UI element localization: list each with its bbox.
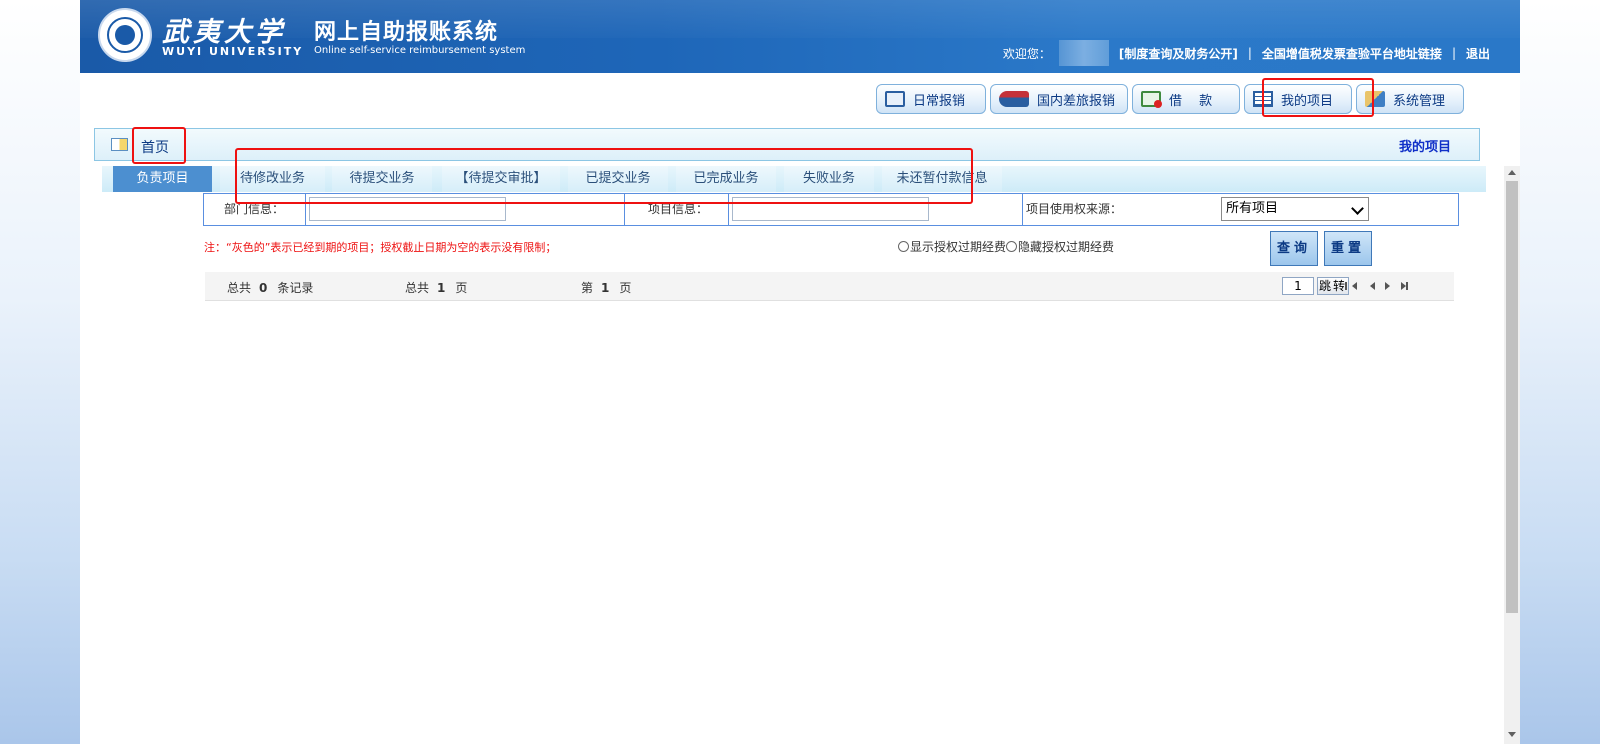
module-travel-reimbursement-button[interactable]: 国内差旅报销 [990, 84, 1128, 114]
hide-expired-label: 隐藏授权过期经费 [1018, 240, 1115, 254]
pager: 总共 0 条记录 总共 1 页 第1页 1 跳转 [205, 272, 1454, 301]
expired-funds-radio-group: 显示授权过期经费 隐藏授权过期经费 [898, 238, 1114, 255]
total-pages: 总共 1 页 [405, 281, 468, 295]
module-label: 系统管理 [1393, 93, 1446, 109]
tab-pending-approval[interactable]: 【待提交审批】 [442, 166, 560, 192]
breadcrumb: 首页 我的项目 [94, 128, 1480, 161]
hide-expired-radio[interactable] [1006, 241, 1018, 252]
notebook-icon [885, 91, 905, 107]
logout-link[interactable]: 退出 [1466, 45, 1490, 62]
expiry-note: 注：“灰色的”表示已经到期的项目；授权截止日期为空的表示没有限制； [204, 241, 557, 254]
scroll-up-icon[interactable] [1508, 170, 1516, 175]
vertical-scrollbar[interactable] [1504, 166, 1520, 744]
tab-completed[interactable]: 已完成业务 [676, 166, 776, 192]
current-page: 第1页 [581, 281, 632, 295]
tab-submitted[interactable]: 已提交业务 [568, 166, 668, 192]
scroll-down-icon[interactable] [1508, 732, 1516, 737]
next-page-icon[interactable] [1385, 282, 1390, 290]
logo-english: WUYI UNIVERSITY [162, 45, 304, 58]
tab-responsible-projects[interactable]: 负责项目 [113, 166, 212, 192]
home-icon [111, 138, 128, 151]
module-label: 借 款 [1169, 93, 1213, 109]
chevron-down-icon [1351, 202, 1364, 215]
train-icon [999, 91, 1029, 107]
last-page-icon[interactable] [1401, 282, 1408, 290]
project-label: 项目信息： [648, 202, 709, 216]
source-select[interactable]: 所有项目 [1221, 197, 1369, 221]
source-label: 项目使用权来源： [1026, 202, 1123, 216]
page-number-input[interactable]: 1 [1282, 277, 1314, 295]
vat-check-link[interactable]: 全国增值税发票查验平台地址链接 [1262, 45, 1442, 62]
separator: | [1247, 46, 1252, 60]
current-page-title: 我的项目 [1398, 140, 1451, 155]
project-input[interactable] [732, 197, 929, 221]
welcome-text: 欢迎您： [1002, 46, 1051, 61]
header-shine [80, 0, 1520, 38]
logo-chinese: 武夷大学 [162, 17, 286, 48]
prev-page-icon[interactable] [1370, 282, 1375, 290]
filter-form: 部门信息： 项目信息： 项目使用权来源： 所有项目 [203, 193, 1459, 226]
app-window: 武夷大学 WUYI UNIVERSITY 网上自助报账系统 Online sel… [80, 0, 1520, 744]
show-expired-label: 显示授权过期经费 [910, 240, 1007, 254]
reset-button[interactable]: 重置 [1324, 231, 1372, 266]
user-name-blurred [1058, 40, 1109, 66]
separator: | [1451, 46, 1456, 60]
module-label: 我的项目 [1281, 93, 1334, 109]
loan-icon [1141, 91, 1162, 108]
home-link[interactable]: 首页 [141, 137, 169, 157]
header-banner: 武夷大学 WUYI UNIVERSITY 网上自助报账系统 Online sel… [80, 0, 1520, 73]
list-icon [1253, 91, 1273, 107]
module-loan-button[interactable]: 借 款 [1132, 84, 1240, 114]
tab-failed[interactable]: 失败业务 [784, 166, 874, 192]
university-seal-logo [98, 8, 152, 62]
show-expired-radio[interactable] [898, 241, 909, 252]
module-bar: 日常报销 国内差旅报销 借 款 我的项目 系统管理 [876, 84, 1464, 114]
tab-bar: 负责项目 待修改业务 待提交业务 【待提交审批】 已提交业务 已完成业务 失败业… [102, 166, 1486, 192]
scroll-thumb[interactable] [1506, 181, 1518, 613]
tab-pending-modify[interactable]: 待修改业务 [220, 166, 325, 192]
total-records: 总共 0 条记录 [227, 281, 314, 295]
header-links: 欢迎您： [制度查询及财务公开] | 全国增值税发票查验平台地址链接 | 退出 [1003, 40, 1490, 66]
module-my-projects-button[interactable]: 我的项目 [1244, 84, 1352, 114]
tab-unreturned-advance[interactable]: 未还暂付款信息 [882, 166, 1002, 192]
module-daily-reimbursement-button[interactable]: 日常报销 [876, 84, 986, 114]
system-icon [1365, 91, 1385, 107]
system-title: 网上自助报账系统 [314, 20, 499, 45]
first-page-icon[interactable] [1345, 282, 1357, 290]
module-label: 国内差旅报销 [1037, 93, 1116, 109]
source-selected: 所有项目 [1226, 201, 1279, 216]
module-label: 日常报销 [913, 93, 966, 109]
policy-link[interactable]: [制度查询及财务公开] [1119, 45, 1238, 62]
dept-label: 部门信息： [224, 202, 285, 216]
query-button[interactable]: 查询 [1270, 231, 1318, 266]
system-subtitle: Online self-service reimbursement system [314, 45, 526, 56]
module-system-management-button[interactable]: 系统管理 [1356, 84, 1464, 114]
tab-pending-submit[interactable]: 待提交业务 [332, 166, 432, 192]
dept-input[interactable] [309, 197, 506, 221]
